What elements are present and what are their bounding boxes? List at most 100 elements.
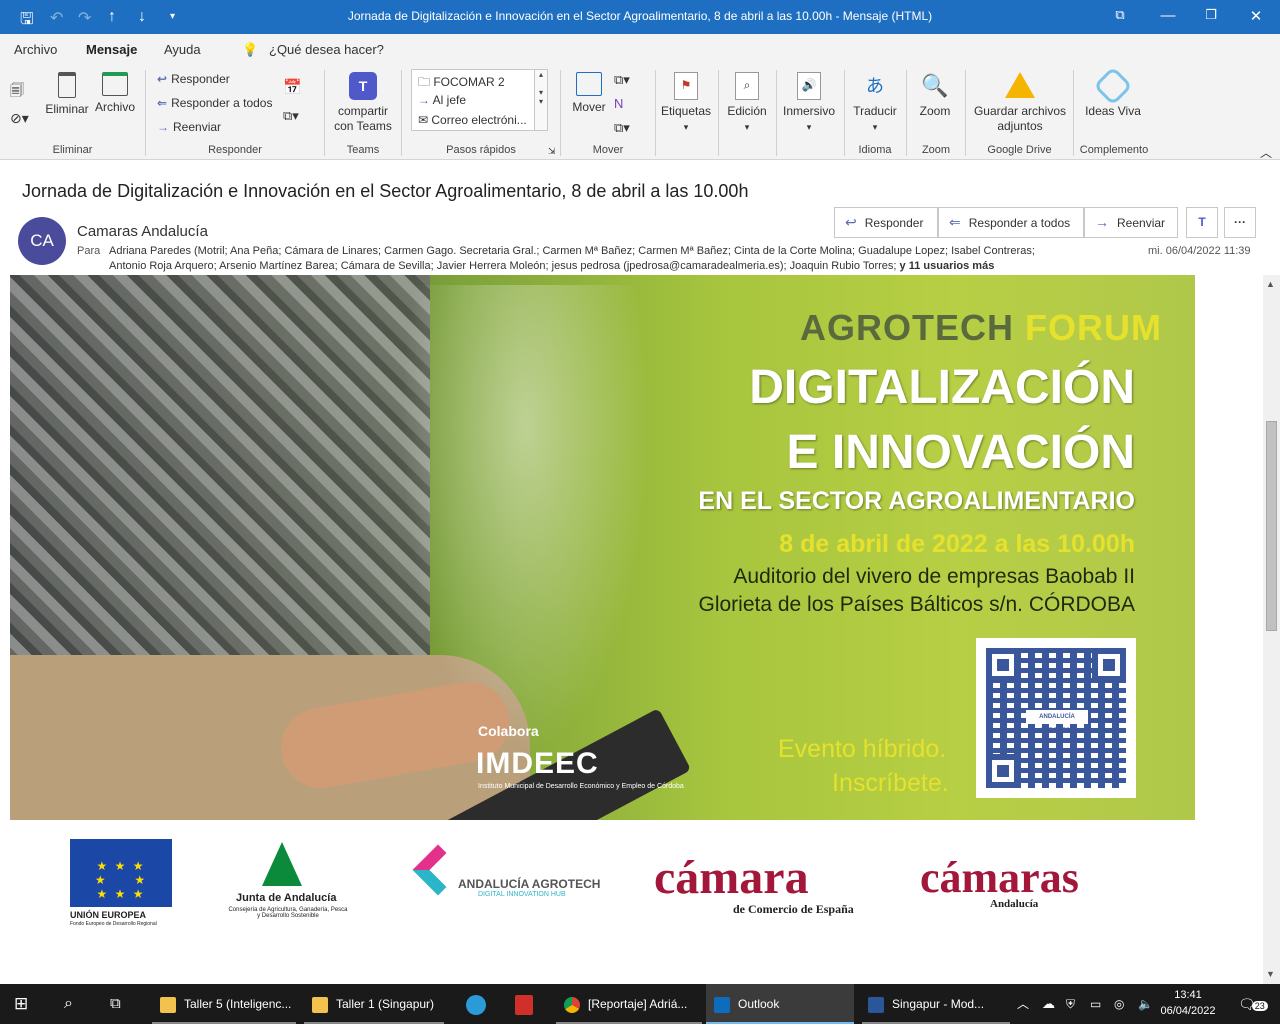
scroll-down-icon[interactable]: ▼ bbox=[1266, 969, 1275, 979]
taskbar-item-taller5[interactable]: Taller 5 (Inteligenc... bbox=[152, 984, 296, 1024]
folder-icon bbox=[160, 996, 176, 1013]
camaras-andalucia-logo: cámaras bbox=[920, 853, 1079, 902]
zoom-button[interactable]: 🔍 Zoom bbox=[912, 72, 958, 119]
acrobat-icon[interactable] bbox=[515, 984, 541, 1024]
magnifier-icon: 🔍 bbox=[921, 73, 949, 98]
taskbar-item-word[interactable]: Singapur - Mod... bbox=[862, 984, 1010, 1024]
reply-icon: ↩ bbox=[157, 72, 168, 86]
forward-button[interactable]: → Reenviar bbox=[157, 120, 221, 134]
archive-button[interactable]: Archivo bbox=[92, 72, 138, 115]
group-teams: Teams bbox=[346, 144, 380, 156]
meeting-icon[interactable]: 📅 bbox=[283, 78, 302, 96]
more-respond-icon[interactable]: ⧉▾ bbox=[283, 108, 299, 124]
battery-icon[interactable]: ▭ bbox=[1090, 984, 1101, 1024]
banner-venue-2: Glorieta de los Países Bálticos s/n. CÓR… bbox=[698, 593, 1136, 616]
search-box[interactable]: ¿Qué desea hacer? bbox=[269, 42, 384, 57]
ribbon: 🗐 ⊘▾ Eliminar Archivo Eliminar ↩ Responde… bbox=[0, 64, 1280, 160]
teams-icon: T bbox=[349, 72, 377, 100]
event-banner-image: AGROTECH FORUM DIGITALIZACIÓN E INNOVACI… bbox=[10, 275, 1195, 820]
more-actions-icon[interactable]: ··· bbox=[1224, 207, 1256, 238]
notifications-icon[interactable]: 🗨23 bbox=[1238, 984, 1268, 1024]
banner-title-2: E INNOVACIÓN bbox=[786, 426, 1135, 479]
tab-mensaje[interactable]: Mensaje bbox=[83, 42, 140, 67]
banner-event-hybrid: Evento híbrido. bbox=[778, 735, 947, 763]
system-clock[interactable]: 13:41 06/04/2022 bbox=[1150, 987, 1226, 1019]
imdeec-logo: IMDEEC bbox=[476, 747, 599, 780]
teams-action-icon[interactable]: T bbox=[1186, 207, 1218, 238]
camara-espana-logo: cámara bbox=[654, 851, 809, 904]
reply-action-button[interactable]: ↩ Responder bbox=[834, 207, 938, 238]
immersive-button[interactable]: 🔊 Inmersivo ▾ bbox=[780, 72, 838, 135]
hologram-icons bbox=[400, 285, 650, 755]
task-view-icon[interactable]: ⧉ bbox=[110, 984, 121, 1024]
minimize-icon[interactable]: — bbox=[1158, 7, 1178, 24]
junk-icon[interactable]: ⊘▾ bbox=[10, 110, 29, 127]
reply-all-action-button[interactable]: ⇐ Responder a todos bbox=[938, 207, 1084, 238]
agrotech-logo-icon bbox=[412, 844, 464, 896]
save-attachments-button[interactable]: Guardar archivos adjuntos bbox=[970, 72, 1070, 134]
banner-title-1: DIGITALIZACIÓN bbox=[749, 361, 1135, 414]
rules-icon[interactable]: ⧉▾ bbox=[614, 72, 630, 88]
banner-agrotech-forum: AGROTECH FORUM bbox=[800, 307, 1162, 348]
network-icon[interactable]: ◎ bbox=[1114, 984, 1124, 1024]
tab-ayuda[interactable]: Ayuda bbox=[164, 42, 201, 57]
reply-all-icon: ⇐ bbox=[949, 214, 961, 230]
delete-button[interactable]: Eliminar bbox=[44, 72, 90, 117]
scroll-up-icon[interactable]: ▲ bbox=[1266, 279, 1275, 289]
search-icon[interactable]: ⌕ bbox=[64, 984, 73, 1024]
dialog-launcher-icon[interactable]: ⇲ bbox=[548, 146, 556, 157]
ideas-viva-button[interactable]: Ideas Viva bbox=[1085, 66, 1141, 119]
collapse-ribbon-icon[interactable]: ︿ bbox=[1260, 144, 1272, 161]
avatar[interactable]: CA bbox=[18, 217, 66, 265]
edge-icon[interactable] bbox=[466, 984, 494, 1024]
group-zoom: Zoom bbox=[921, 144, 951, 156]
quick-step-al-jefe[interactable]: → Al jefe bbox=[418, 93, 466, 107]
taskbar-item-taller1[interactable]: Taller 1 (Singapur) bbox=[304, 984, 444, 1024]
onedrive-icon[interactable]: ☁ bbox=[1042, 984, 1055, 1024]
security-icon[interactable]: ⛨ bbox=[1066, 984, 1075, 1024]
group-complemento: Complemento bbox=[1079, 144, 1149, 156]
archive-icon bbox=[102, 72, 128, 96]
flag-icon: ⚑ bbox=[674, 72, 698, 100]
translate-button[interactable]: あ Traducir ▾ bbox=[850, 72, 900, 135]
recipients-line-2[interactable]: Antonio Roja Arquero; Arsenio Martínez B… bbox=[109, 260, 994, 272]
reply-all-button[interactable]: ⇐ Responder a todos bbox=[157, 96, 272, 110]
quick-steps-gallery[interactable]: 🗀 FOCOMAR 2 → Al jefe ✉ Correo electróni… bbox=[411, 69, 548, 131]
restore-icon[interactable]: ❐ bbox=[1201, 7, 1221, 23]
move-folder-icon bbox=[576, 72, 602, 96]
ignore-icon[interactable]: 🗐 bbox=[10, 80, 24, 104]
google-drive-icon bbox=[1005, 72, 1035, 98]
outlook-icon bbox=[714, 996, 730, 1013]
sender-name[interactable]: Camaras Andalucía bbox=[77, 223, 208, 240]
editing-button[interactable]: ⌕ Edición ▾ bbox=[724, 72, 770, 135]
forward-action-button[interactable]: → Reenviar bbox=[1084, 207, 1178, 238]
ribbon-display-icon[interactable]: ⧉ bbox=[1110, 7, 1130, 23]
tab-archivo[interactable]: Archivo bbox=[14, 42, 57, 57]
onenote-icon[interactable]: N bbox=[614, 96, 623, 111]
banner-colabora: Colabora bbox=[478, 723, 539, 739]
more-recipients-link[interactable]: y 11 usuarios más bbox=[900, 260, 995, 272]
windows-start-icon[interactable]: ⊞ bbox=[14, 984, 28, 1024]
group-idioma: Idioma bbox=[858, 144, 892, 156]
group-responder: Responder bbox=[208, 144, 262, 156]
group-pasos-rapidos: Pasos rápidos bbox=[446, 144, 516, 156]
taskbar-item-chrome[interactable]: [Reportaje] Adriá... bbox=[556, 984, 702, 1024]
taskbar-item-outlook[interactable]: Outlook bbox=[706, 984, 854, 1024]
quick-steps-scroll[interactable]: ▴ ▾ ▾ bbox=[534, 70, 547, 130]
quick-step-correo[interactable]: ✉ Correo electróni... bbox=[418, 113, 527, 127]
tray-chevron-icon[interactable]: ︿ bbox=[1017, 984, 1029, 1024]
quick-step-focomar[interactable]: 🗀 FOCOMAR 2 bbox=[418, 73, 505, 94]
scroll-thumb[interactable] bbox=[1266, 421, 1277, 631]
close-icon[interactable]: ✕ bbox=[1246, 7, 1266, 25]
actions-icon[interactable]: ⧉▾ bbox=[614, 120, 630, 136]
recipients-line-1[interactable]: Adriana Paredes (Motril; Ana Peña; Cámar… bbox=[109, 245, 1035, 257]
tags-button[interactable]: ⚑ Etiquetas ▾ bbox=[660, 72, 712, 135]
vertical-scrollbar[interactable]: ▲ ▼ bbox=[1263, 275, 1280, 985]
share-teams-button[interactable]: T compartir con Teams bbox=[330, 72, 396, 134]
qr-caption: ANDALUCÍA AGROTECH bbox=[1026, 710, 1088, 734]
forward-icon: → bbox=[1095, 214, 1109, 230]
move-button[interactable]: Mover bbox=[568, 72, 610, 115]
folder-icon bbox=[312, 996, 328, 1013]
reply-button[interactable]: ↩ Responder bbox=[157, 72, 230, 86]
translate-icon: あ bbox=[866, 76, 884, 96]
